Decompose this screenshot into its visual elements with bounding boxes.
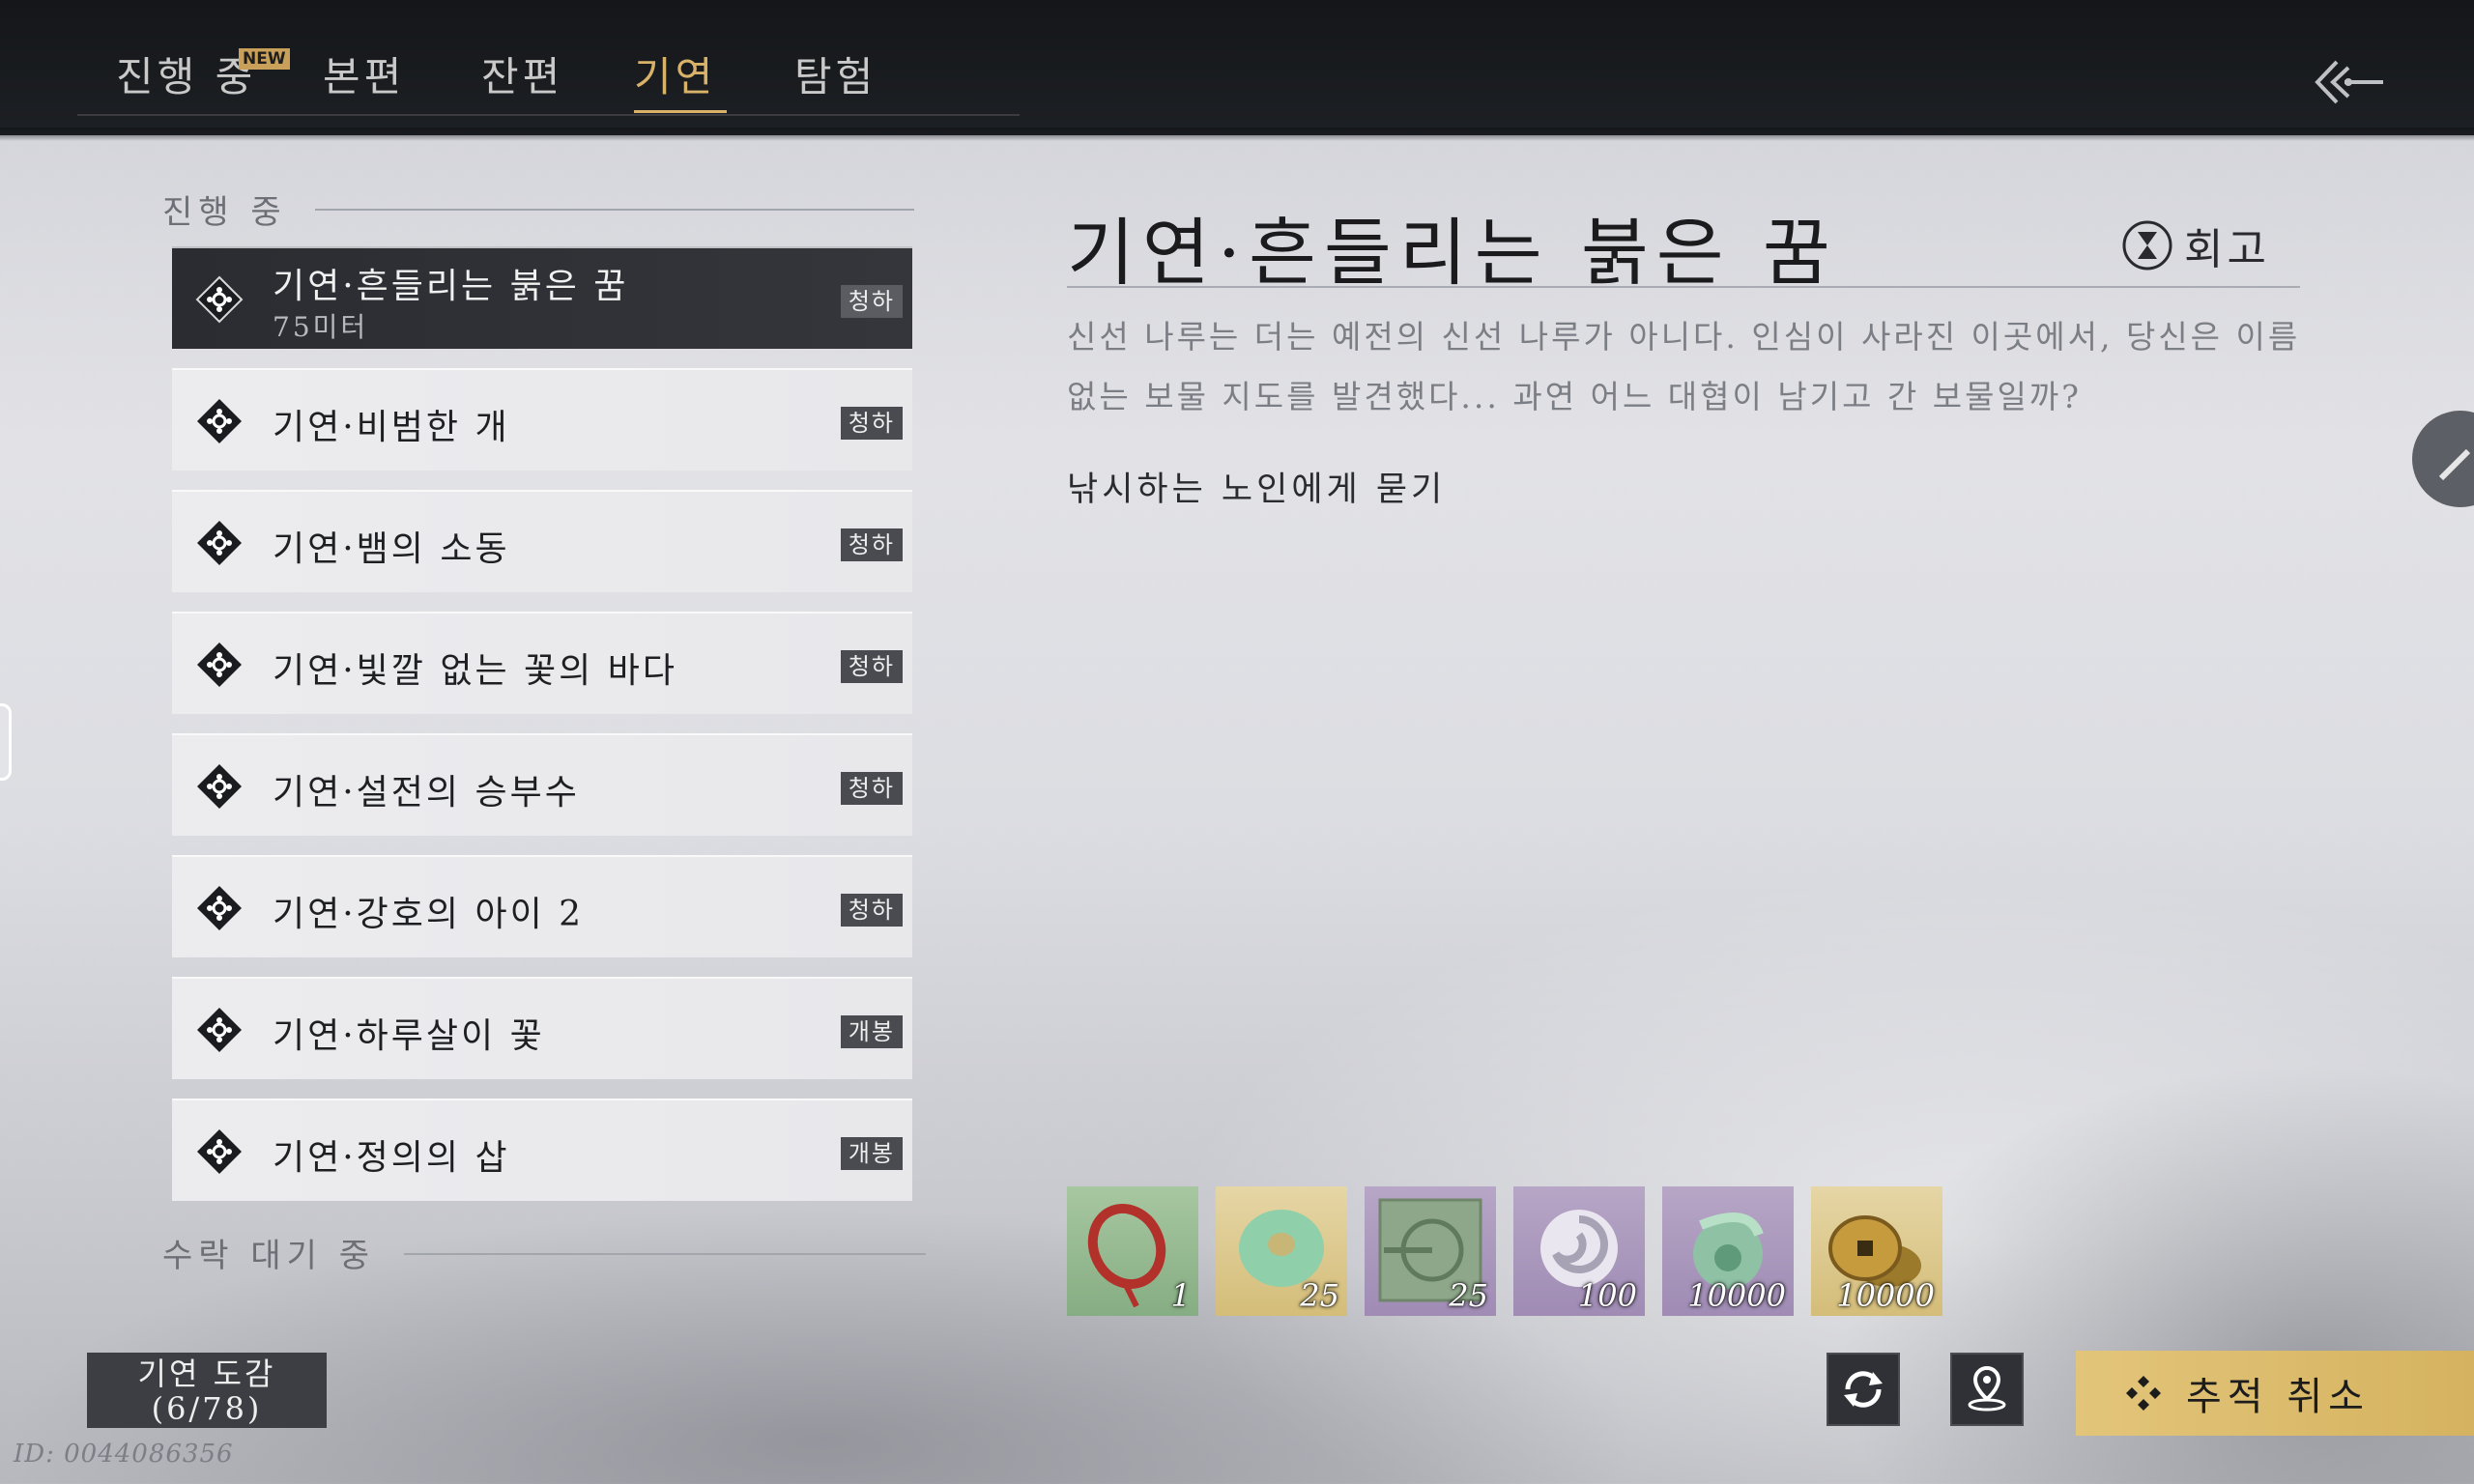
quest-title: 기연·하루살이 꽃 [273,1016,545,1056]
quest-item[interactable]: 기연·하루살이 꽃 개봉 [172,977,912,1079]
top-bar-edge [0,128,2474,141]
new-badge: NEW [239,48,290,70]
catalog-label: 기연 도감 [137,1356,276,1392]
location-pin-icon [1968,1365,2006,1412]
reward-count: 10000 [1687,1277,1786,1314]
reward-item[interactable]: 25 [1365,1186,1496,1316]
quest-diamond-icon [197,886,242,930]
quest-item[interactable]: 기연·설전의 승부수 청하 [172,733,912,836]
quest-status-badge: 청하 [840,285,903,318]
quest-status-badge: 청하 [840,894,903,927]
refresh-button[interactable] [1827,1353,1900,1426]
tab-main-story[interactable]: 본편 [323,44,405,103]
quest-distance: 75미터 [273,311,369,343]
quest-item[interactable]: 기연·강호의 아이 2 청하 [172,855,912,957]
section-pending-label: 수락 대기 중 [162,1237,376,1275]
quest-item[interactable]: 기연·뱀의 소동 청하 [172,490,912,592]
tab-exploration[interactable]: 탐험 [794,44,877,103]
tab-side-story[interactable]: 잔편 [481,44,563,103]
quest-title: 기연·비범한 개 [273,408,510,447]
quest-item-selected[interactable]: 기연·흔들리는 붉은 꿈 75미터 청하 [172,246,912,349]
section-divider [315,209,914,211]
quest-title: 기연·뱀의 소동 [273,529,510,569]
quest-objective: 낚시하는 노인에게 묻기 [1067,471,1447,509]
back-button[interactable] [2310,58,2387,106]
detail-divider [1067,286,2300,288]
quest-detail-title: 기연·흔들리는 붉은 꿈 [1067,210,1838,296]
tab-adventure[interactable]: 기연 [634,44,716,103]
reward-item[interactable]: 1 [1067,1186,1198,1316]
quest-status-badge: 청하 [840,407,903,440]
reward-count: 25 [1449,1277,1488,1314]
quest-diamond-icon [197,1008,242,1052]
section-divider [404,1253,926,1255]
refresh-icon [1844,1371,1883,1408]
reward-item[interactable]: 100 [1513,1186,1645,1316]
reward-count: 100 [1577,1277,1637,1314]
adventure-catalog-button[interactable]: 기연 도감 (6/78) [87,1353,327,1428]
locate-button[interactable] [1950,1353,2024,1426]
diamond-cluster-icon [2126,1376,2161,1411]
side-drawer-handle[interactable] [0,703,12,781]
quest-status-badge: 개봉 [840,1015,903,1048]
quest-status-badge: 청하 [840,772,903,805]
player-id: ID: 0044086356 [14,1440,234,1469]
tab-in-progress[interactable]: 진행 중 [116,44,256,103]
pencil-icon [2438,448,2471,481]
quest-status-badge: 개봉 [840,1137,903,1170]
reward-count: 25 [1300,1277,1339,1314]
quest-status-badge: 청하 [840,528,903,561]
quest-status-badge: 청하 [840,650,903,683]
cancel-tracking-button[interactable]: 추적 취소 [2076,1351,2474,1436]
back-arrow-icon [2315,60,2383,104]
quest-diamond-icon [197,642,242,687]
quest-title: 기연·정의의 삽 [273,1138,510,1178]
reward-count: 10000 [1836,1277,1935,1314]
quest-title: 기연·설전의 승부수 [273,773,580,813]
tab-divider-line [77,114,1020,116]
quest-diamond-icon [197,521,242,565]
section-in-progress-label: 진행 중 [162,193,287,232]
quest-title: 기연·강호의 아이 2 [273,895,585,934]
recall-label: 회고 [2184,225,2270,274]
hourglass-icon [2122,220,2172,271]
quest-description: 신선 나루는 더는 예전의 신선 나루가 아니다. 인심이 사라진 이곳에서, … [1067,318,2301,415]
reward-count: 1 [1170,1277,1191,1314]
quest-item[interactable]: 기연·정의의 삽 개봉 [172,1099,912,1201]
quest-diamond-icon [197,1129,242,1174]
quest-diamond-icon [195,275,244,324]
quest-item[interactable]: 기연·비범한 개 청하 [172,368,912,471]
quest-item[interactable]: 기연·빛깔 없는 꽃의 바다 청하 [172,612,912,714]
quest-diamond-icon [197,399,242,443]
edit-side-button[interactable] [2412,411,2474,507]
cancel-tracking-label: 추적 취소 [2186,1375,2370,1419]
catalog-progress: (6/78) [151,1390,263,1427]
recall-button[interactable]: 회고 [2120,214,2270,276]
reward-item[interactable]: 25 [1216,1186,1347,1316]
quest-diamond-icon [197,764,242,809]
quest-title: 기연·빛깔 없는 꽃의 바다 [273,651,677,691]
reward-item[interactable]: 10000 [1811,1186,1942,1316]
active-tab-indicator [634,110,727,113]
quest-title: 기연·흔들리는 붉은 꿈 [273,267,629,306]
reward-item[interactable]: 10000 [1662,1186,1794,1316]
